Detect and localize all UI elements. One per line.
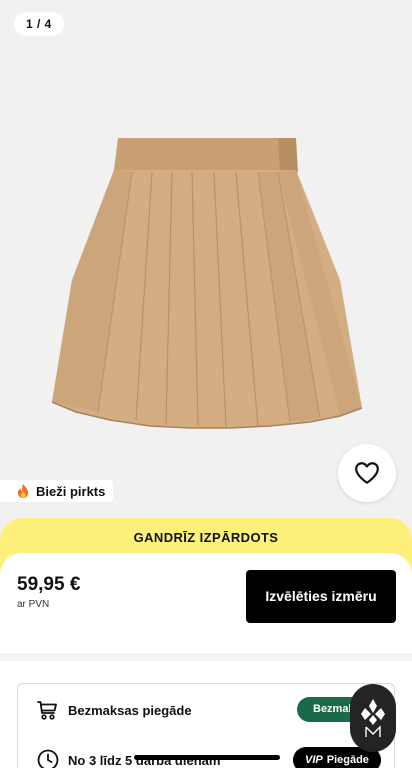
- favorite-button[interactable]: [338, 444, 396, 502]
- popular-badge: Bieži pirkts: [0, 480, 114, 502]
- free-shipping-row: Bezmaksas piegāde Bezmaksas: [18, 686, 394, 734]
- free-shipping-label: Bezmaksas piegāde: [68, 702, 192, 718]
- assistant-logo-icon: [361, 699, 385, 737]
- fire-icon: [18, 484, 28, 498]
- product-image[interactable]: [40, 130, 370, 440]
- cart-icon: [37, 701, 57, 720]
- vip-delivery-pill-label: Piegāde: [326, 754, 369, 766]
- popular-badge-label: Bieži pirkts: [36, 483, 106, 499]
- section-divider: [0, 653, 412, 661]
- clock-icon: [37, 749, 59, 768]
- vat-note: ar PVN: [17, 599, 50, 610]
- image-counter: 1 / 4: [14, 12, 64, 36]
- buy-bar: 59,95 € ar PVN Izvēlēties izmēru: [0, 553, 412, 653]
- product-image-gallery[interactable]: 1 / 4 Bieži pirkts: [0, 0, 412, 540]
- assistant-chat-button[interactable]: [350, 684, 396, 752]
- delivery-time-row: No 3 līdz 5 darba dienām VIP Piegāde: [18, 736, 394, 768]
- home-indicator: [134, 755, 280, 760]
- select-size-button[interactable]: Izvēlēties izmēru: [246, 570, 396, 623]
- vip-mark: VIP: [305, 754, 323, 766]
- heart-icon: [355, 462, 379, 484]
- product-price: 59,95 €: [17, 574, 81, 595]
